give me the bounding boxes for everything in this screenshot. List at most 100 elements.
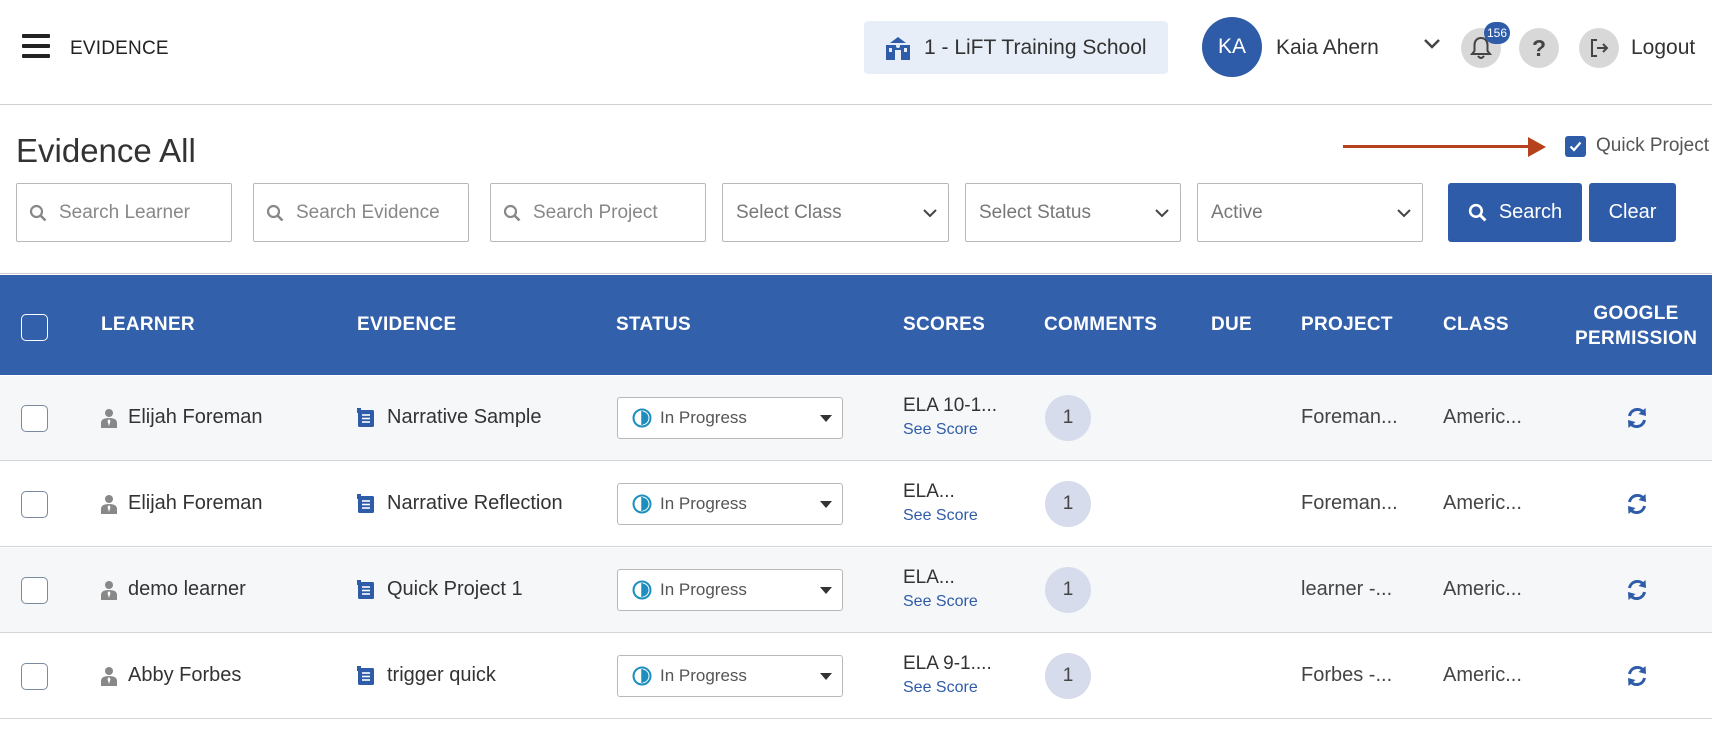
- status-dropdown[interactable]: In Progress: [617, 569, 843, 611]
- clear-button-label: Clear: [1608, 201, 1657, 223]
- learner-name: demo learner: [128, 578, 246, 600]
- school-selector[interactable]: 1 - LiFT Training School: [864, 21, 1168, 74]
- evidence-cell[interactable]: Narrative Reflection: [357, 492, 563, 515]
- row-checkbox[interactable]: [21, 491, 48, 518]
- evidence-name: Narrative Reflection: [387, 492, 563, 514]
- notification-count-badge: 156: [1484, 22, 1511, 44]
- document-icon: [357, 579, 374, 599]
- sync-icon[interactable]: [1625, 406, 1649, 430]
- sync-icon[interactable]: [1625, 578, 1649, 602]
- evidence-cell[interactable]: trigger quick: [357, 664, 496, 687]
- search-icon: [266, 204, 284, 221]
- document-icon: [357, 493, 374, 513]
- score-name: ELA...: [903, 481, 955, 502]
- learner-cell[interactable]: Elijah Foreman: [100, 406, 263, 429]
- see-score-link[interactable]: See Score: [903, 593, 978, 611]
- person-icon: [101, 494, 117, 514]
- search-evidence-input[interactable]: [296, 201, 468, 224]
- class-cell[interactable]: Americ...: [1443, 492, 1522, 515]
- search-icon: [503, 204, 521, 221]
- table-row[interactable]: Abby Forbes trigger quick In Progress EL…: [0, 634, 1712, 719]
- chevron-down-icon[interactable]: [1423, 38, 1441, 50]
- select-status-value: Select Status: [979, 201, 1091, 223]
- search-learner-field[interactable]: [16, 183, 232, 242]
- comments-count-badge[interactable]: 1: [1045, 395, 1091, 441]
- see-score-link[interactable]: See Score: [903, 421, 978, 439]
- see-score-link[interactable]: See Score: [903, 507, 978, 525]
- clear-button[interactable]: Clear: [1589, 183, 1676, 242]
- caret-down-icon: [820, 414, 832, 422]
- class-cell[interactable]: Americ...: [1443, 406, 1522, 429]
- evidence-name: Quick Project 1: [387, 578, 523, 600]
- evidence-cell[interactable]: Narrative Sample: [357, 406, 542, 429]
- column-header-google-permission[interactable]: GOOGLE PERMISSION: [1575, 301, 1697, 351]
- project-cell[interactable]: Foreman...: [1301, 406, 1398, 429]
- learner-cell[interactable]: Elijah Foreman: [100, 492, 263, 515]
- search-evidence-field[interactable]: [253, 183, 469, 242]
- score-name: ELA 9-1....: [903, 653, 992, 674]
- column-header-due[interactable]: DUE: [1211, 314, 1252, 336]
- quick-project-checkbox[interactable]: [1565, 136, 1586, 157]
- school-icon: [886, 36, 910, 60]
- search-learner-input[interactable]: [59, 201, 231, 224]
- search-icon: [1468, 203, 1487, 222]
- status-dropdown[interactable]: In Progress: [617, 483, 843, 525]
- user-avatar[interactable]: KA: [1202, 17, 1262, 77]
- table-row[interactable]: Elijah Foreman Narrative Reflection In P…: [0, 462, 1712, 547]
- search-project-field[interactable]: [490, 183, 706, 242]
- comments-count-badge[interactable]: 1: [1045, 653, 1091, 699]
- status-dropdown[interactable]: In Progress: [617, 655, 843, 697]
- status-value: In Progress: [660, 494, 747, 513]
- sync-icon[interactable]: [1625, 492, 1649, 516]
- learner-cell[interactable]: demo learner: [100, 578, 246, 601]
- column-header-class[interactable]: CLASS: [1443, 314, 1509, 336]
- select-status-dropdown[interactable]: Select Status: [965, 183, 1181, 242]
- in-progress-icon: [632, 580, 652, 600]
- column-header-learner[interactable]: LEARNER: [101, 314, 195, 336]
- status-dropdown[interactable]: In Progress: [617, 397, 843, 439]
- learner-name: Elijah Foreman: [128, 406, 263, 428]
- checkmark-icon: [1569, 141, 1582, 152]
- active-filter-dropdown[interactable]: Active: [1197, 183, 1423, 242]
- comments-count-badge[interactable]: 1: [1045, 567, 1091, 613]
- user-name[interactable]: Kaia Ahern: [1276, 36, 1379, 60]
- evidence-cell[interactable]: Quick Project 1: [357, 578, 523, 601]
- see-score-link[interactable]: See Score: [903, 679, 978, 697]
- column-header-google-line1: GOOGLE: [1593, 303, 1679, 324]
- project-cell[interactable]: Forbes -...: [1301, 664, 1392, 687]
- comments-count-badge[interactable]: 1: [1045, 481, 1091, 527]
- in-progress-icon: [632, 408, 652, 428]
- hamburger-menu-icon[interactable]: [22, 34, 50, 58]
- in-progress-icon: [632, 666, 652, 686]
- table-row[interactable]: demo learner Quick Project 1 In Progress…: [0, 548, 1712, 633]
- search-project-input[interactable]: [533, 201, 705, 224]
- row-checkbox[interactable]: [21, 577, 48, 604]
- row-checkbox[interactable]: [21, 663, 48, 690]
- column-header-scores[interactable]: SCORES: [903, 314, 985, 336]
- column-header-project[interactable]: PROJECT: [1301, 314, 1393, 336]
- class-cell[interactable]: Americ...: [1443, 664, 1522, 687]
- column-header-status[interactable]: STATUS: [616, 314, 691, 336]
- document-icon: [357, 407, 374, 427]
- help-icon: ?: [1531, 34, 1547, 61]
- select-class-dropdown[interactable]: Select Class: [722, 183, 949, 242]
- project-cell[interactable]: Foreman...: [1301, 492, 1398, 515]
- row-checkbox[interactable]: [21, 405, 48, 432]
- search-button[interactable]: Search: [1448, 183, 1582, 242]
- annotation-arrow-line: [1343, 145, 1533, 148]
- learner-cell[interactable]: Abby Forbes: [100, 664, 241, 687]
- status-value: In Progress: [660, 408, 747, 427]
- table-row[interactable]: Elijah Foreman Narrative Sample In Progr…: [0, 376, 1712, 461]
- column-header-comments[interactable]: COMMENTS: [1044, 314, 1157, 336]
- school-name: 1 - LiFT Training School: [924, 35, 1147, 59]
- help-button[interactable]: ?: [1519, 28, 1559, 68]
- select-all-checkbox[interactable]: [21, 314, 48, 341]
- column-header-evidence[interactable]: EVIDENCE: [357, 314, 457, 336]
- project-cell[interactable]: learner -...: [1301, 578, 1392, 601]
- annotation-arrow-icon: [1528, 137, 1546, 157]
- logout-link[interactable]: Logout: [1631, 36, 1695, 60]
- class-cell[interactable]: Americ...: [1443, 578, 1522, 601]
- quick-project-label[interactable]: Quick Project: [1596, 135, 1709, 157]
- logout-icon-button[interactable]: [1579, 28, 1619, 68]
- sync-icon[interactable]: [1625, 664, 1649, 688]
